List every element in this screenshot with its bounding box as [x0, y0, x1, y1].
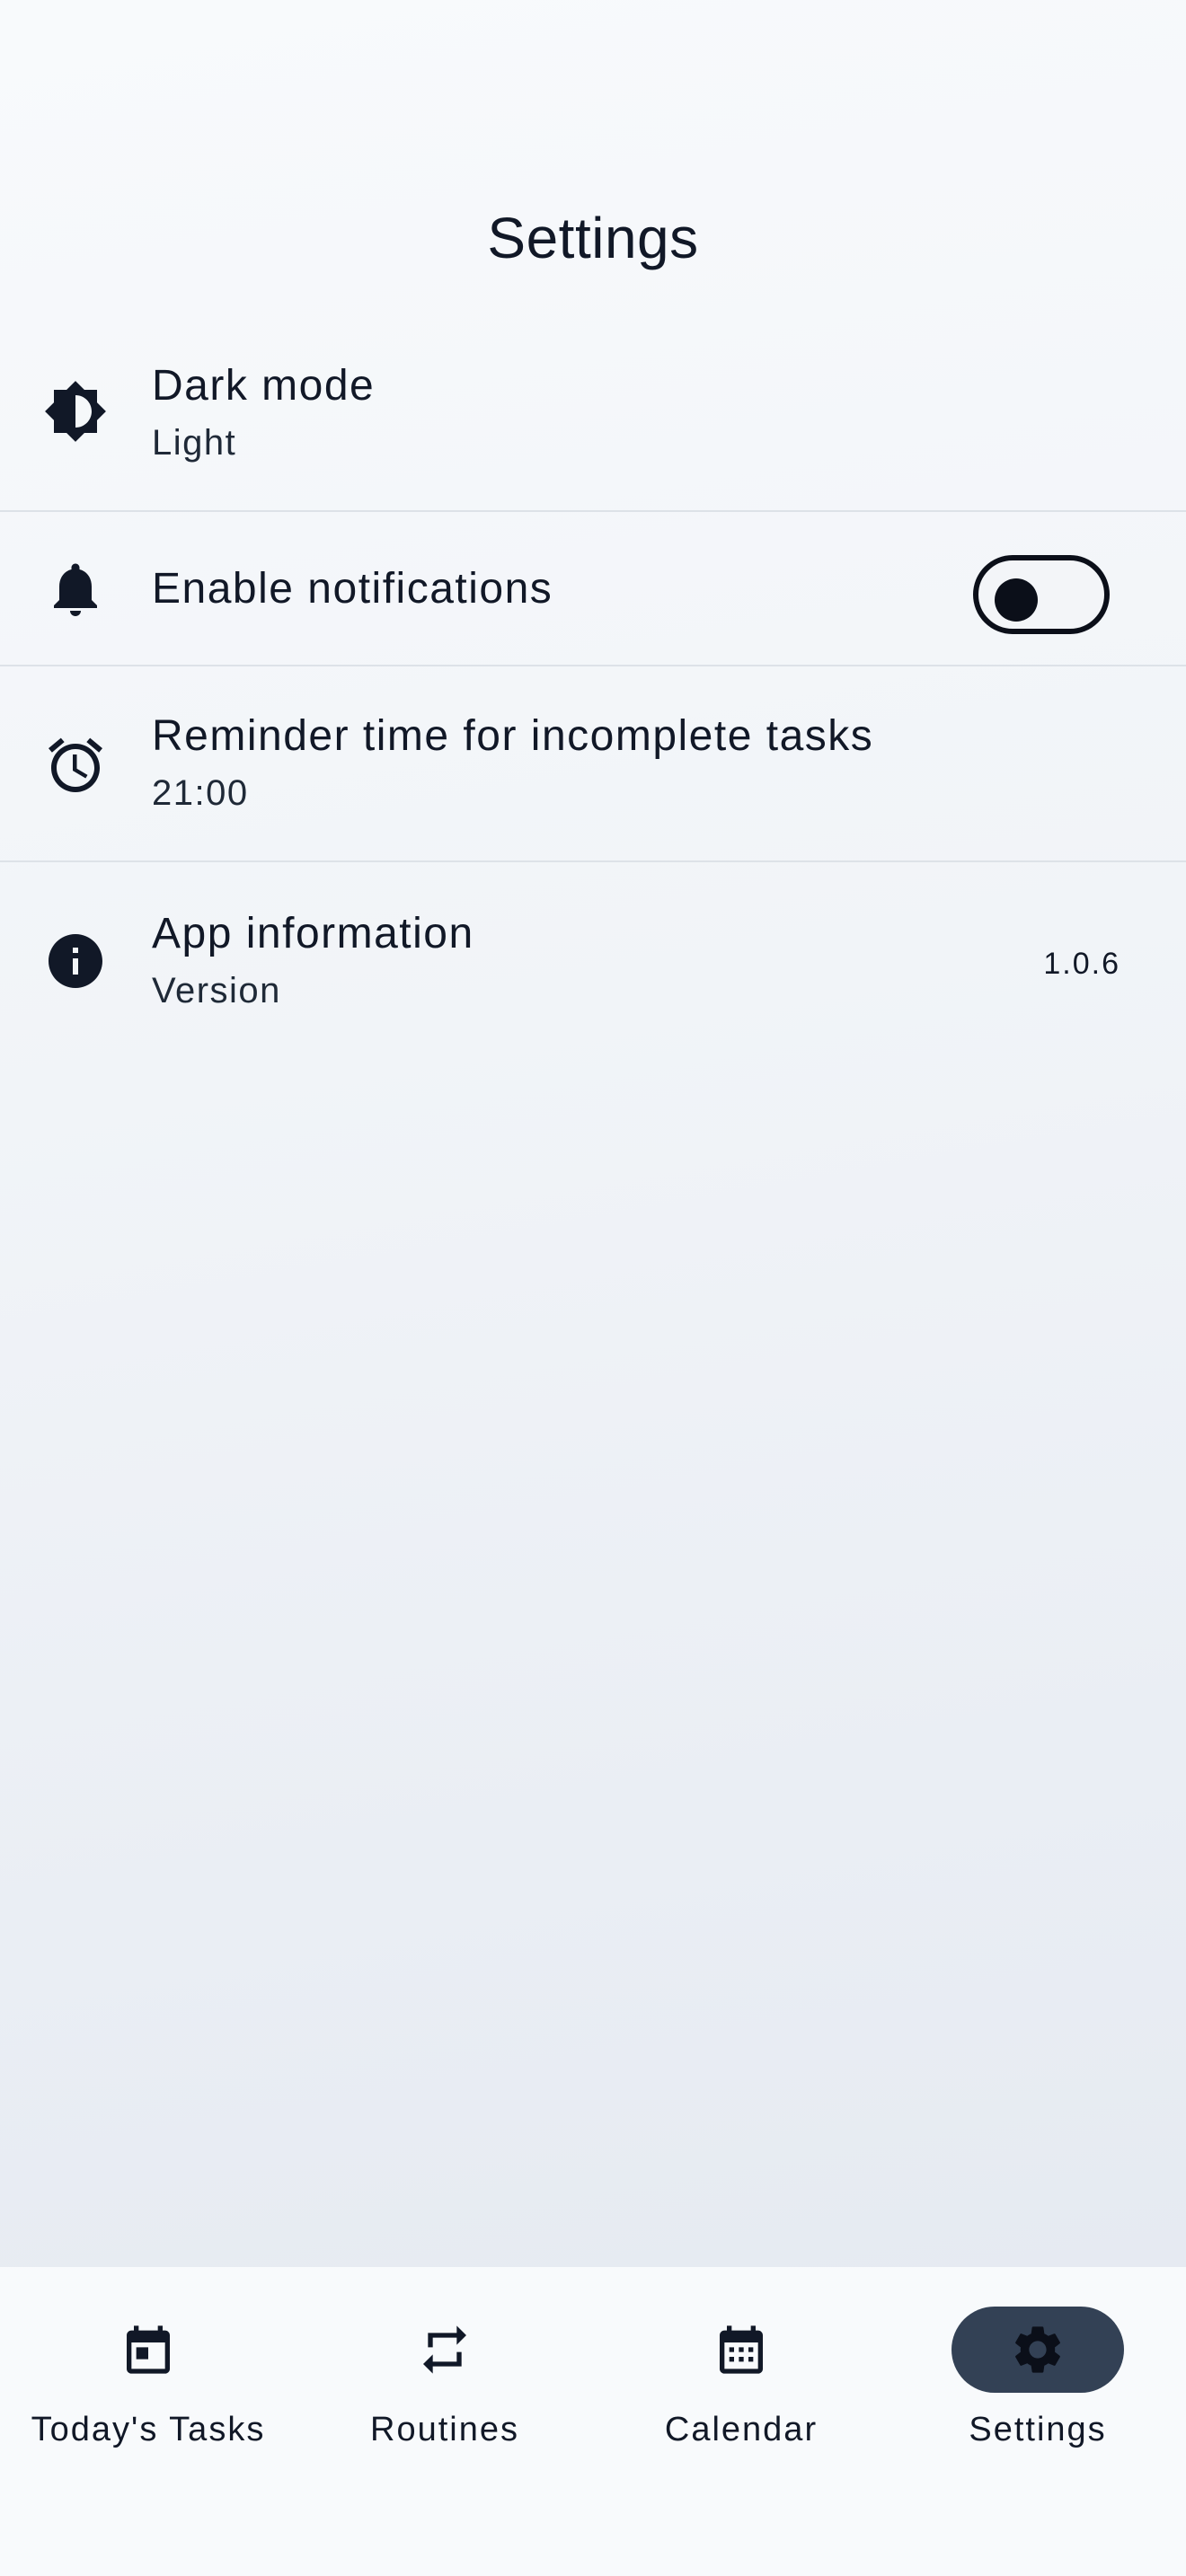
- notifications-toggle[interactable]: [973, 555, 1110, 634]
- app-info-label: App information: [152, 910, 474, 957]
- page-title: Settings: [487, 206, 699, 270]
- nav-label-routines: Routines: [370, 2411, 519, 2448]
- nav-item-settings[interactable]: Settings: [890, 2307, 1186, 2450]
- gear-icon: [1009, 2321, 1067, 2378]
- brightness-icon: [43, 379, 108, 444]
- nav-item-routines[interactable]: Routines: [296, 2307, 593, 2450]
- nav-item-todays-tasks[interactable]: Today's Tasks: [0, 2307, 296, 2450]
- nav-item-calendar[interactable]: Calendar: [593, 2307, 890, 2450]
- notifications-setting: Enable notifications: [0, 512, 1186, 666]
- version-label: Version: [152, 971, 281, 1010]
- dark-mode-label: Dark mode: [152, 362, 376, 410]
- repeat-icon: [416, 2321, 474, 2378]
- reminder-time-setting[interactable]: Reminder time for incomplete tasks 21:00: [0, 666, 1186, 862]
- nav-label-calendar: Calendar: [664, 2411, 819, 2448]
- bottom-navigation: Today's Tasks Routines Calendar Settings: [0, 2267, 1186, 2576]
- nav-label-todays-tasks: Today's Tasks: [31, 2411, 266, 2448]
- reminder-value: 21:00: [152, 773, 249, 813]
- bell-icon: [43, 557, 108, 622]
- calendar-today-icon: [119, 2321, 177, 2378]
- notifications-label: Enable notifications: [152, 565, 553, 613]
- reminder-label: Reminder time for incomplete tasks: [152, 712, 874, 760]
- dark-mode-setting[interactable]: Dark mode Light: [0, 323, 1186, 512]
- dark-mode-value: Light: [152, 423, 237, 463]
- alarm-icon: [43, 733, 108, 798]
- toggle-knob: [995, 578, 1038, 622]
- app-info-setting[interactable]: App information Version 1.0.6: [0, 862, 1186, 1042]
- calendar-month-icon: [712, 2321, 770, 2378]
- settings-screen: Settings Dark mode Light Enable notifica…: [0, 0, 1186, 2576]
- info-icon: [43, 929, 108, 993]
- nav-label-settings: Settings: [969, 2411, 1107, 2448]
- version-number: 1.0.6: [1043, 947, 1120, 981]
- settings-list: Dark mode Light Enable notifications Rem…: [0, 323, 1186, 1042]
